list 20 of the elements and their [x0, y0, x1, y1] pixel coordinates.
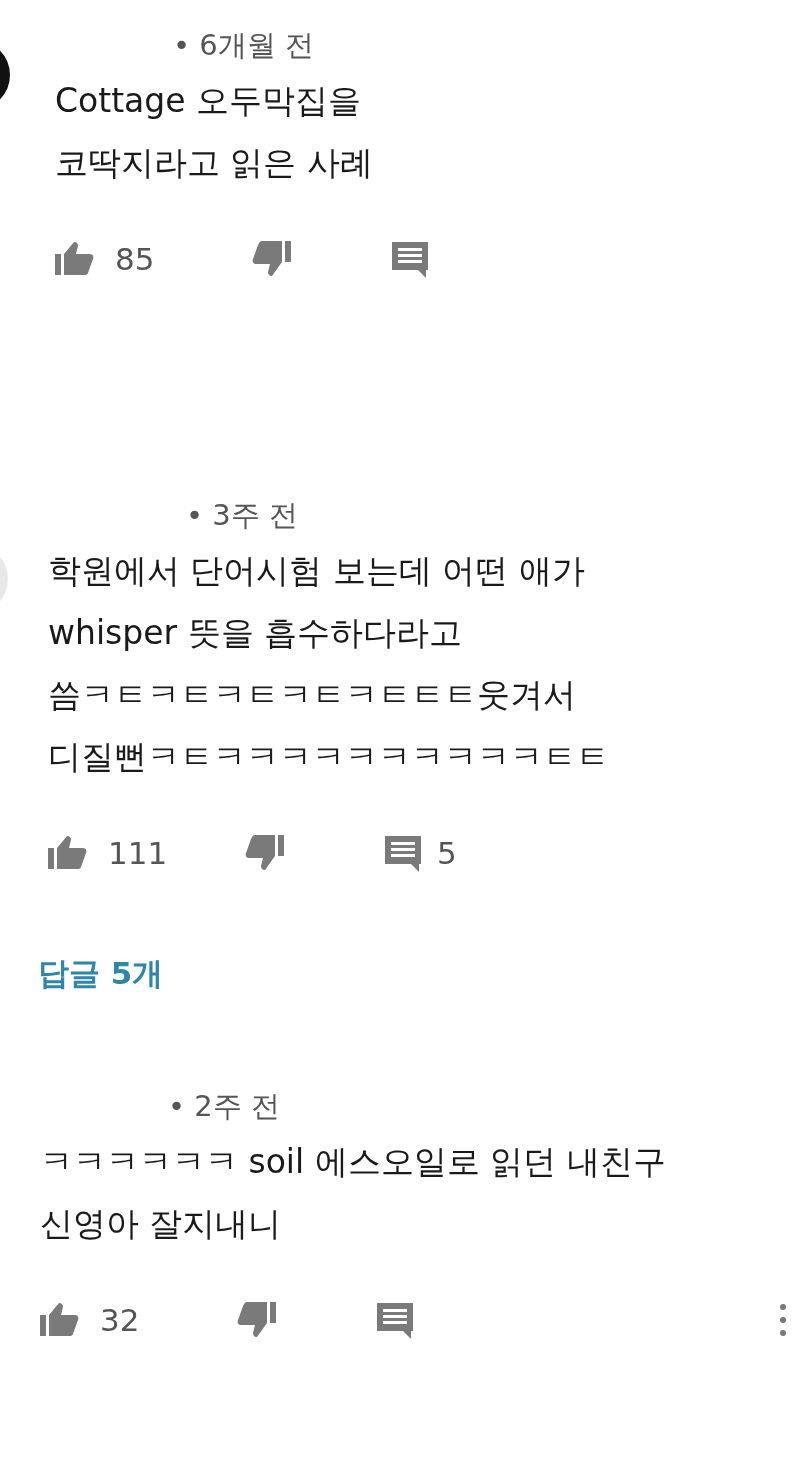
- like-button[interactable]: 111: [48, 835, 238, 871]
- reply-button[interactable]: [375, 1301, 415, 1339]
- reply-button[interactable]: [390, 240, 430, 278]
- reply-count: 5: [437, 835, 457, 871]
- like-count: 85: [115, 241, 155, 277]
- like-count: 111: [108, 835, 168, 871]
- comment-time: • 3주 전: [186, 497, 299, 534]
- like-button[interactable]: 85: [55, 241, 245, 277]
- comment-text: 학원에서 단어시험 보는데 어떤 애가 whisper 뜻을 흡수하다라고 씀ㅋㅌㅋㅌㅋㅌㅋㅌㅋㅌㅌㅌ웃겨서 디질뻔ㅋㅌㅋㅋㅋㅋㅋㅋㅋㅋㅋㅋㅌㅌ: [48, 550, 610, 778]
- reply-button[interactable]: 5: [383, 834, 457, 872]
- like-button[interactable]: 32: [40, 1302, 230, 1338]
- comment-time: • 2주 전: [168, 1088, 281, 1125]
- like-count: 32: [100, 1302, 140, 1338]
- comment-icon: [375, 1301, 415, 1339]
- view-replies-link[interactable]: 답글 5개: [38, 953, 164, 995]
- comment-time: • 6개월 전: [173, 27, 315, 64]
- comment-icon: [390, 240, 430, 278]
- comment-icon: [383, 834, 423, 872]
- comment-text: ㅋㅋㅋㅋㅋㅋ soil 에스오일로 읽던 내친구 신영아 잘지내니: [40, 1141, 667, 1245]
- comment-text: Cottage 오두막집을 코딱지라고 읽은 사례: [55, 80, 374, 184]
